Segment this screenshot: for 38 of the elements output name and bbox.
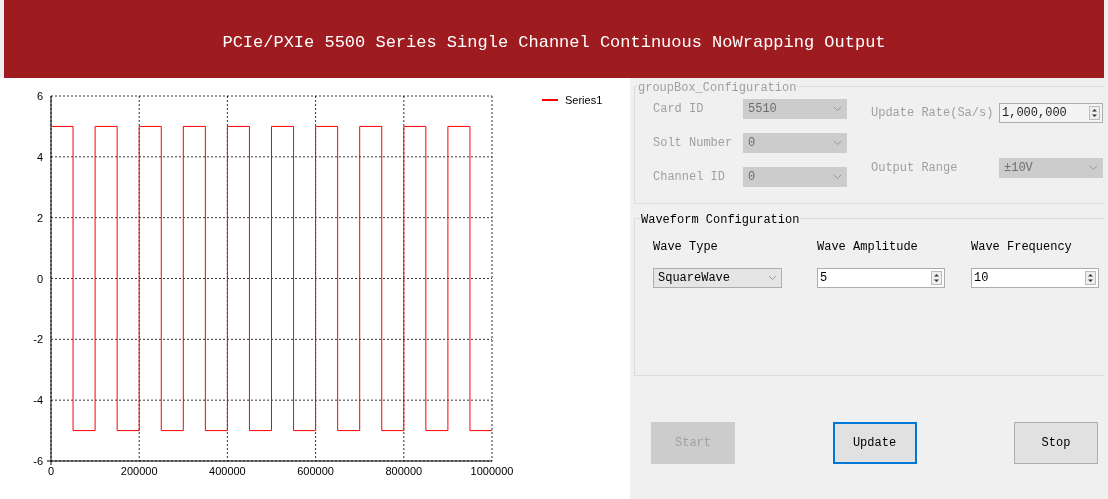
y-tick-label: 4 [36,150,43,163]
spin-field[interactable]: 5 [817,268,945,288]
field-label: Wave Type [653,239,719,256]
field-label: Card ID [653,101,705,118]
legend-label: Series1 [565,94,603,106]
group-title: groupBox_Configuration [637,79,798,97]
field-label: Channel ID [653,169,726,186]
field-label: Output Range [871,159,959,177]
field-label: Wave Frequency [971,239,1073,256]
x-tick-label: 1000000 [470,465,514,477]
x-tick-label: 800000 [385,465,423,477]
y-tick-label: -4 [33,394,43,407]
chevron-down-icon [833,140,842,146]
field-label: Wave Amplitude [817,239,919,256]
field-label: Solt Number [653,135,734,152]
spinner-arrows-icon [931,271,942,285]
x-tick-label: 600000 [297,465,334,477]
chevron-down-icon [768,275,777,281]
y-tick-label: 0 [36,272,43,285]
spin-field[interactable]: 10 [971,268,1099,288]
y-tick-label: 2 [36,211,43,224]
action-button[interactable]: Stop [1014,422,1098,464]
x-tick-label: 0 [47,465,55,477]
action-button[interactable]: Update [832,422,917,464]
x-tick-label: 200000 [120,465,158,477]
chevron-down-icon [1089,164,1098,171]
y-tick-label: 6 [36,90,43,102]
field-label: Update Rate(Sa/s) [871,104,995,122]
y-tick-label: -6 [33,455,43,467]
spinner-arrows-icon [1089,105,1100,120]
spinner-arrows-icon [1085,271,1096,285]
chevron-down-icon [833,174,842,180]
chevron-down-icon [833,106,842,112]
dropdown[interactable]: SquareWave [653,268,782,288]
x-tick-label: 400000 [209,465,246,477]
group-title: Waveform Configuration [640,211,801,229]
y-tick-label: -2 [33,333,43,346]
window-title: PCIe/PXIe 5500 Series Single Channel Continuous NoWrapping Output [222,32,886,55]
